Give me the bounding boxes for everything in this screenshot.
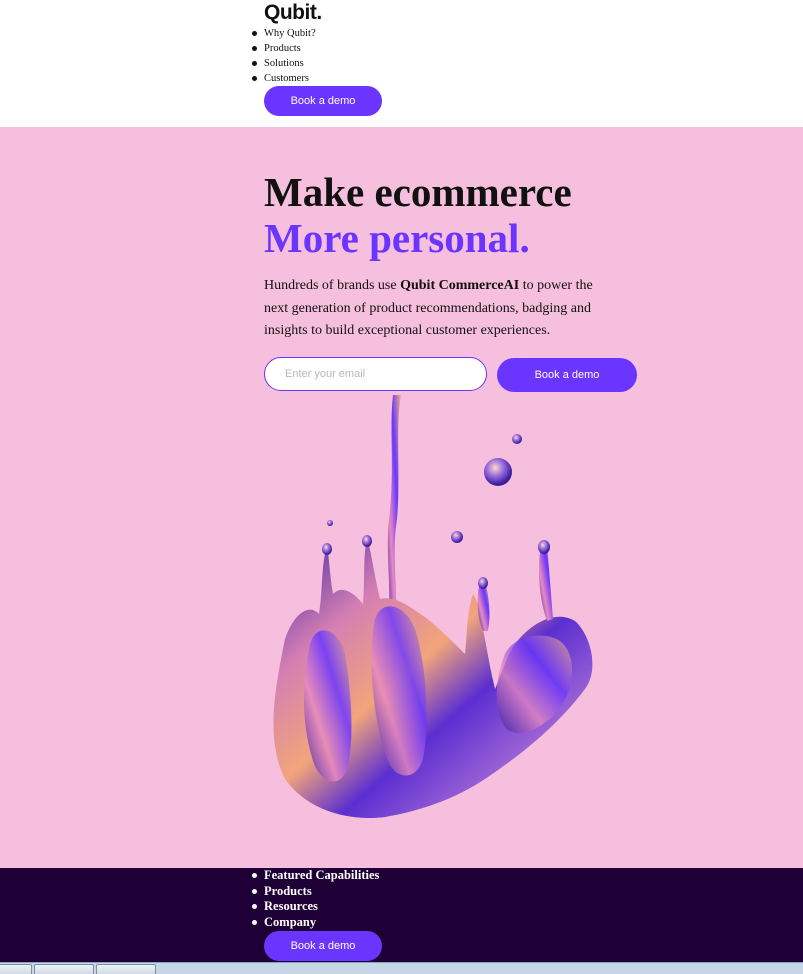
footer-item-company[interactable]: Company: [251, 915, 379, 931]
hero-book-demo-button[interactable]: Book a demo: [497, 358, 637, 392]
footer-item-featured-capabilities[interactable]: Featured Capabilities: [251, 868, 379, 884]
email-field-wrapper: [264, 357, 487, 391]
liquid-splash-illustration: [273, 395, 593, 819]
os-taskbar: [0, 962, 803, 974]
description-brand: Qubit CommerceAI: [400, 278, 520, 293]
hero-headline: Make ecommerce: [264, 169, 572, 215]
footer-item-resources[interactable]: Resources: [251, 899, 379, 915]
header-book-demo-button[interactable]: Book a demo: [264, 86, 382, 116]
nav-item-why-qubit[interactable]: Why Qubit?: [252, 26, 316, 41]
site-footer: Featured Capabilities Products Resources…: [0, 868, 803, 962]
main-nav: Why Qubit? Products Solutions Customers: [252, 26, 316, 86]
qubit-logo[interactable]: Qubit.: [264, 1, 322, 25]
description-prefix: Hundreds of brands use: [264, 278, 401, 293]
nav-item-products[interactable]: Products: [252, 41, 316, 56]
email-input[interactable]: [285, 368, 486, 380]
taskbar-app-button[interactable]: [34, 964, 94, 974]
taskbar-app-button[interactable]: [0, 964, 32, 974]
footer-nav: Featured Capabilities Products Resources…: [251, 868, 379, 931]
footer-item-products[interactable]: Products: [251, 884, 379, 900]
nav-item-customers[interactable]: Customers: [252, 71, 316, 86]
nav-item-solutions[interactable]: Solutions: [252, 56, 316, 71]
hero-section: Make ecommerce More personal. Hundreds o…: [0, 127, 803, 868]
footer-book-demo-button[interactable]: Book a demo: [264, 931, 382, 961]
hero-headline-accent: More personal.: [264, 215, 530, 261]
site-header: Qubit. Why Qubit? Products Solutions Cus…: [0, 0, 803, 127]
taskbar-app-button[interactable]: [96, 964, 156, 974]
hero-description: Hundreds of brands use Qubit CommerceAI …: [264, 275, 594, 343]
